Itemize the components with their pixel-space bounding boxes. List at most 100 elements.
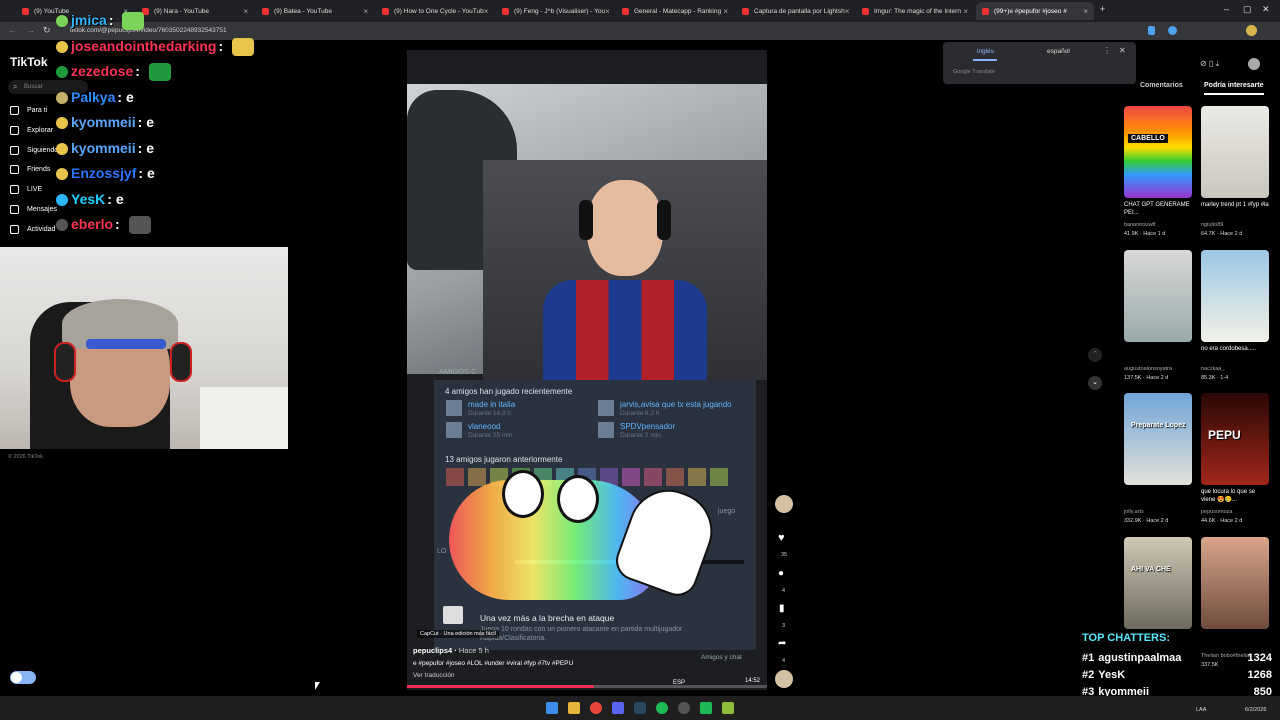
tab-close-icon[interactable]: × — [605, 7, 610, 16]
profile-avatar[interactable] — [1246, 25, 1257, 36]
suggestion-thumbnail[interactable]: CABELLO — [1124, 106, 1192, 198]
emote-eye — [502, 470, 544, 518]
chat-message: kyommeii: e — [56, 114, 154, 130]
share-icon[interactable]: ➦ — [778, 638, 786, 649]
tab-close-icon[interactable]: × — [963, 7, 968, 16]
reload-icon[interactable]: ↻ — [43, 25, 51, 36]
chat-message: kyommeii: e — [56, 140, 154, 156]
steam-icon[interactable] — [634, 702, 646, 714]
maximize-icon[interactable]: ▢ — [1243, 4, 1252, 15]
suggestion-author[interactable]: augustoalonsoyatra — [1124, 366, 1196, 372]
creator-avatar[interactable] — [775, 495, 793, 513]
see-translation-link[interactable]: Ver traducción — [413, 672, 455, 679]
spotify-icon[interactable] — [656, 702, 668, 714]
extension-icon[interactable] — [1148, 26, 1155, 35]
comment-icon[interactable]: ● — [778, 568, 784, 579]
app-icon[interactable] — [700, 702, 712, 714]
achievement-desc: Juega 10 rondas con un pionero atacante … — [480, 626, 683, 633]
browser-tab[interactable]: (9) Feng - J^b (Visualiser) - You × — [496, 2, 614, 20]
tab-close-icon[interactable]: × — [845, 7, 850, 16]
tab-close-icon[interactable]: × — [243, 7, 248, 16]
sidebar-item[interactable]: Friends — [10, 165, 50, 175]
new-tab-icon[interactable]: + — [1100, 4, 1105, 14]
tab-close-icon[interactable]: × — [1083, 7, 1088, 16]
suggestion-thumbnail[interactable] — [1201, 106, 1269, 198]
forward-icon[interactable]: → — [26, 25, 35, 35]
friend-avatar[interactable] — [622, 468, 640, 486]
suggestion-thumbnail[interactable] — [1124, 249, 1192, 342]
sidebar-item[interactable]: Siguiendo — [10, 145, 59, 155]
video-author[interactable]: pepuclips4 · Hace 5 h — [413, 646, 489, 655]
video-tools-icons[interactable]: ⊘ ▯ ⤓ — [1200, 59, 1219, 69]
friend-avatar[interactable] — [666, 468, 684, 486]
sidebar-item[interactable]: Actividad — [10, 224, 55, 234]
suggestion-thumbnail[interactable]: AHI VA CHE — [1124, 536, 1192, 629]
suggestion-caption[interactable]: marley trend pt 1 #fyp #la — [1201, 202, 1271, 210]
discord-icon[interactable] — [612, 702, 624, 714]
tab-comments[interactable]: Comentarios — [1140, 82, 1183, 89]
suggestion-thumbnail[interactable]: Preparate Lopez — [1124, 393, 1192, 485]
url-field[interactable]: tiktok.com/@pepuclips4/video/76035022489… — [70, 24, 1070, 38]
sidebar-item-label: Siguiendo — [27, 146, 59, 154]
browser-tab[interactable]: Captura de pantalla por Lightsh × — [736, 2, 854, 20]
video-progress-track[interactable] — [407, 685, 767, 688]
extension-icon[interactable] — [1168, 26, 1177, 35]
browser-tab[interactable]: (9) Batea - YouTube × — [256, 2, 374, 20]
tab-close-icon[interactable]: × — [723, 7, 728, 16]
tab-suggestions[interactable]: Podría interesarte — [1204, 82, 1264, 89]
suggestion-thumbnail[interactable] — [1201, 249, 1269, 342]
browser-tab[interactable]: (9) Nara - YouTube × — [136, 2, 254, 20]
obs-icon[interactable] — [678, 702, 690, 714]
capcut-badge[interactable]: CapCut · Una edición más fácil — [417, 630, 499, 638]
next-video-icon[interactable]: ⌄ — [1088, 376, 1102, 390]
sound-avatar[interactable] — [775, 670, 793, 688]
browser-tab[interactable]: General - Matecapp - Ranking × — [616, 2, 734, 20]
back-icon[interactable]: ← — [8, 25, 17, 35]
suggestion-author[interactable]: jolly.arts — [1124, 509, 1196, 515]
badge-icon — [56, 219, 68, 232]
chat-emote — [122, 12, 145, 31]
chrome-icon[interactable] — [590, 702, 602, 714]
suggestion-author[interactable]: pepusomoza — [1201, 509, 1273, 515]
app-icon[interactable] — [722, 702, 734, 714]
suggestion-caption[interactable]: no era cordobesa..... — [1201, 346, 1271, 354]
tab-close-icon[interactable]: × — [484, 7, 489, 16]
browser-tab[interactable]: (9) How to One Cycle - YouTub × — [376, 2, 494, 20]
translate-lang-target[interactable]: español — [1047, 48, 1070, 55]
suggestion-author[interactable]: naczkaa_ — [1201, 366, 1273, 372]
suggestion-author[interactable]: bananirouwtf — [1124, 222, 1196, 228]
input-language[interactable]: LAA — [1196, 707, 1206, 713]
more-icon[interactable]: ⋮ — [1103, 46, 1111, 55]
system-date[interactable]: 6/2/2026 — [1245, 707, 1266, 713]
browser-tab[interactable]: (99+)e #pepufor #joseo # × — [976, 2, 1094, 20]
tiktok-logo[interactable]: TikTok — [10, 55, 48, 69]
prev-video-icon[interactable]: ⌃ — [1088, 348, 1102, 362]
sidebar-item[interactable]: Explorar — [10, 125, 53, 135]
suggestion-thumbnail[interactable] — [1201, 536, 1269, 629]
start-icon[interactable] — [546, 702, 558, 714]
close-icon[interactable]: ✕ — [1119, 46, 1126, 55]
friend-avatar[interactable] — [468, 468, 486, 486]
user-avatar[interactable] — [1248, 58, 1260, 70]
suggestion-caption[interactable]: CHAT GPT GENERAME PEI... — [1124, 202, 1194, 217]
video-player[interactable]: AMIGOS C 4 amigos han jugado recientemen… — [407, 50, 767, 690]
friend-avatar[interactable] — [688, 468, 706, 486]
suggestion-author[interactable]: ngiuito89 — [1201, 222, 1273, 228]
file-explorer-icon[interactable] — [568, 702, 580, 714]
suggestion-thumbnail[interactable]: PEPU — [1201, 393, 1269, 485]
toggle-switch[interactable] — [10, 671, 36, 684]
friend-avatar[interactable] — [644, 468, 662, 486]
like-icon[interactable]: ♥ — [778, 532, 785, 544]
suggestion-caption[interactable]: que locura lo que se viene 😍🥲... — [1201, 489, 1271, 504]
bookmark-icon[interactable]: ▮ — [779, 603, 785, 614]
friend-avatar[interactable] — [710, 468, 728, 486]
close-window-icon[interactable]: ✕ — [1262, 4, 1270, 15]
sidebar-item[interactable]: Para ti — [10, 106, 47, 115]
sidebar-item[interactable]: Mensajes — [10, 205, 57, 214]
minimize-icon[interactable]: – — [1224, 4, 1229, 14]
friend-avatar[interactable] — [446, 468, 464, 486]
tab-close-icon[interactable]: × — [363, 7, 368, 16]
browser-tab[interactable]: Imgur: The magic of the Intern × — [856, 2, 974, 20]
translate-lang-source[interactable]: inglés — [977, 48, 994, 55]
sidebar-item[interactable]: LIVE — [10, 185, 42, 195]
